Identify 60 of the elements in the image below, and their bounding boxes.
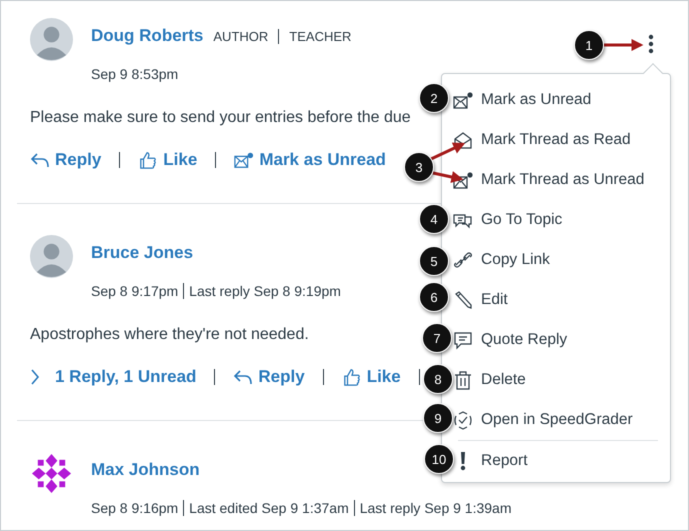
trash-icon [452,370,474,390]
avatar [30,18,73,61]
action-link[interactable]: Like [342,367,401,387]
timestamp: Last reply Sep 9 1:39am [360,500,512,516]
role-label: AUTHOR [213,28,268,44]
chevron-icon [30,368,40,386]
menu-item[interactable]: Go To Topic [452,200,670,240]
timestamp: Sep 9 8:53pm [91,66,178,82]
timestamp: Sep 8 9:17pm [91,283,178,299]
menu-item[interactable]: Mark Thread as Read [452,120,670,160]
post-text: Please make sure to send your entries before the due [30,109,411,127]
envelope-dot-icon [452,90,474,110]
menu-item[interactable]: Copy Link [452,240,670,280]
step-number: 7 [422,323,452,353]
menu-item[interactable]: Mark as Unread [452,80,670,120]
thumbs-up-icon [342,368,362,386]
reply-arrow-icon [233,368,254,386]
step-number: 2 [419,83,449,113]
step-number: 6 [419,282,449,312]
pointer-arrow [604,39,644,51]
link-icon [452,250,474,270]
step-number: 1 [574,30,604,60]
open-envelope-icon [452,130,474,150]
action-link[interactable]: Reply [30,150,102,170]
post-text: Apostrophes where they're not needed. [30,326,309,344]
action-link[interactable]: 1 Reply, 1 Unread [30,367,196,387]
action-link[interactable]: Like [138,150,198,170]
menu-item[interactable]: Mark Thread as Unread [452,160,670,200]
step-number: 4 [419,204,449,234]
exclamation-icon [460,451,466,471]
timestamp: Last reply Sep 8 9:19pm [189,283,341,299]
more-options-icon[interactable] [648,34,654,54]
step-number: 3 [404,152,434,182]
timestamp: Sep 8 9:16pm [91,500,178,516]
speech-bubble-icon [452,330,474,350]
pointer-arrow [430,142,466,160]
author-name[interactable]: Bruce Jones [91,243,194,263]
action-link[interactable]: Mark as Unread [234,150,386,170]
avatar [30,452,73,495]
step-number: 5 [419,246,449,276]
reply-arrow-icon [30,151,50,169]
step-number: 8 [423,364,453,394]
step-number: 9 [423,403,453,433]
menu-item[interactable]: Open in SpeedGrader [452,400,670,440]
check-badge-icon [452,410,474,430]
step-number: 10 [424,444,454,474]
menu-item[interactable]: Quote Reply [452,320,670,360]
menu-item[interactable]: Edit [452,280,670,320]
menu-item[interactable]: Delete [452,360,670,400]
avatar [30,235,73,278]
author-name[interactable]: Doug Roberts [91,26,204,46]
envelope-dot-icon [234,151,254,169]
timestamp: Last edited Sep 9 1:37am [189,500,349,516]
envelope-dot-icon [452,170,474,190]
role-label: TEACHER [289,28,352,44]
menu-item[interactable]: Report [452,441,670,481]
action-link[interactable]: Reply [233,367,305,387]
author-name[interactable]: Max Johnson [91,460,200,480]
pointer-arrow [432,171,464,183]
thumbs-up-icon [138,151,158,169]
